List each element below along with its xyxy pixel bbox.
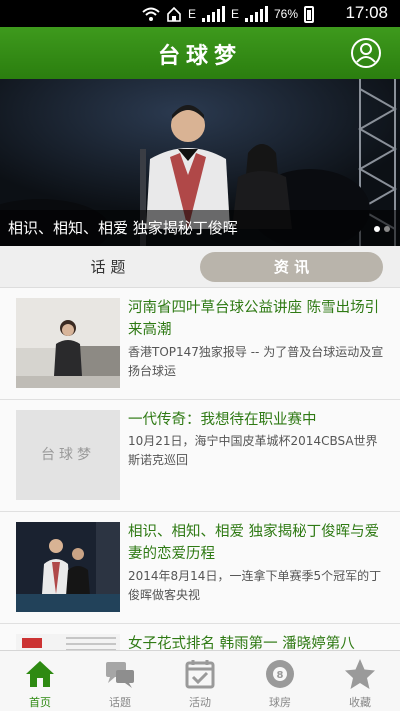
home-notification-icon [167,6,181,22]
list-item[interactable]: 相识、相知、相爱 独家揭秘丁俊晖与爱妻的恋爱历程 2014年8月14日，一连拿下… [0,512,400,624]
article-thumbnail [16,298,120,388]
list-item[interactable]: 台球梦 一代传奇：我想待在职业赛中 10月21日，海宁中国皮革城杯2014CBS… [0,400,400,512]
nav-favorites[interactable]: 收藏 [320,651,400,711]
bottom-navigation: 首页 话题 活动 8 球房 收藏 [0,650,400,711]
home-icon [26,661,54,687]
network-type-label-2: E [230,7,239,21]
ranking-table-photo [16,634,120,650]
article-title[interactable]: 相识、相知、相爱 独家揭秘丁俊晖与爱妻的恋爱历程 [128,521,384,565]
banner-caption: 相识、相知、相爱 独家揭秘丁俊晖 [8,219,238,237]
billiard-ball-8-icon: 8 [266,660,294,688]
app-title: 台球梦 [157,43,242,69]
article-thumbnail [16,522,120,612]
nav-venues[interactable]: 8 球房 [240,651,320,711]
list-item[interactable]: 河南省四叶草台球公益讲座 陈雪出场引来高潮 香港TOP147独家报导 -- 为了… [0,288,400,400]
nav-home[interactable]: 首页 [0,651,80,711]
nav-label: 活动 [189,696,211,709]
placeholder-logo: 台球梦 [41,447,95,463]
nav-label: 首页 [29,696,51,709]
calendar-check-icon [185,660,215,689]
nav-label: 球房 [269,696,291,709]
article-summary: 2014年8月14日，一连拿下单赛季5个冠军的丁俊晖做客央视 [128,569,382,602]
article-summary: 香港TOP147独家报导 -- 为了普及台球运动及宣扬台球运 [128,345,384,378]
chat-bubbles-icon [106,662,134,688]
pager-dot[interactable] [374,226,380,232]
signal-2-icon [244,6,268,22]
nav-label: 话题 [109,696,131,709]
app-bar: 台球梦 [0,27,400,79]
signal-1-icon [201,6,225,22]
svg-text:8: 8 [277,670,284,681]
user-circle-icon[interactable] [350,37,382,69]
article-summary: 10月21日，海宁中国皮革城杯2014CBSA世界斯诺克巡回 [128,434,378,467]
star-icon [345,659,375,689]
tab-topics[interactable]: 话 题 [16,252,200,282]
article-title[interactable]: 女子花式排名 韩雨第一 潘晓婷第八 [128,633,384,650]
nav-topics[interactable]: 话题 [80,651,160,711]
battery-icon [304,5,314,23]
status-bar: E E 76% 17:08 [0,0,400,27]
featured-banner[interactable]: 相识、相知、相爱 独家揭秘丁俊晖 [0,79,400,246]
article-thumbnail-placeholder: 台球梦 [16,410,120,500]
article-title[interactable]: 一代传奇：我想待在职业赛中 [128,409,384,431]
couple-photo [16,522,120,612]
news-list[interactable]: 河南省四叶草台球公益讲座 陈雪出场引来高潮 香港TOP147独家报导 -- 为了… [0,288,400,650]
status-icons: E E 76% [142,4,314,24]
clock: 17:08 [345,3,388,22]
wifi-icon [142,7,160,21]
nav-label: 收藏 [349,696,371,709]
pager-dot[interactable] [384,226,390,232]
battery-percent: 76% [273,7,298,21]
tab-news[interactable]: 资 讯 [200,252,383,282]
banner-pager [374,226,390,232]
article-title[interactable]: 河南省四叶草台球公益讲座 陈雪出场引来高潮 [128,297,384,341]
network-type-label: E [187,7,196,21]
tab-bar: 话 题 资 讯 [0,246,400,288]
list-item[interactable]: 女子花式排名 韩雨第一 潘晓婷第八 [0,624,400,650]
lecture-photo [16,298,120,388]
nav-events[interactable]: 活动 [160,651,240,711]
article-thumbnail [16,634,120,650]
